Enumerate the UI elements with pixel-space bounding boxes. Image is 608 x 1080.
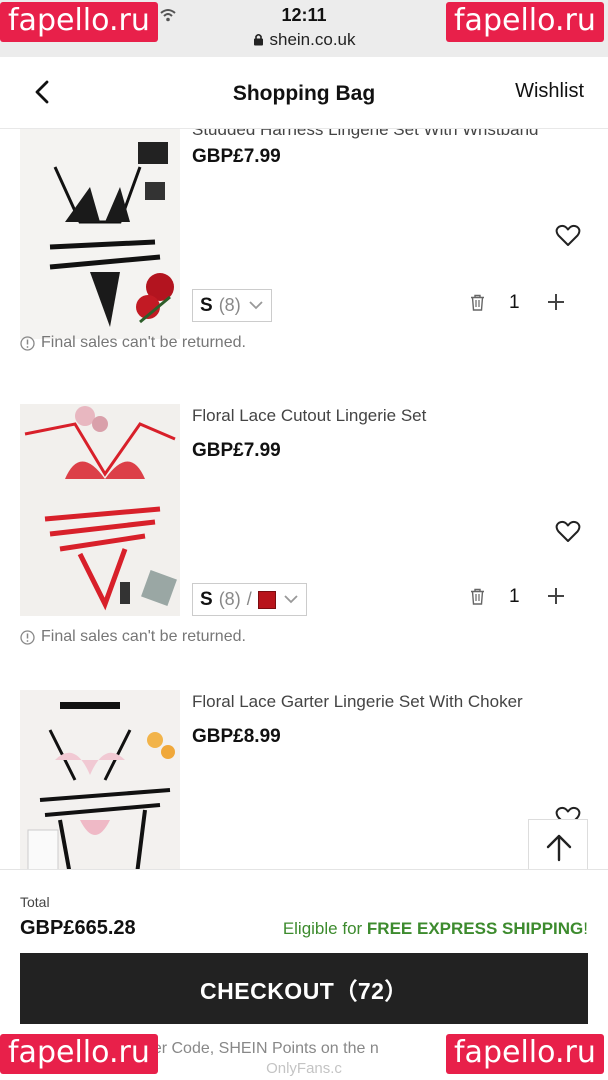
size-value: S bbox=[200, 588, 213, 610]
final-sale-notice: Final sales can't be returned. bbox=[20, 628, 246, 646]
lock-icon bbox=[253, 33, 263, 46]
size-value: S bbox=[200, 294, 213, 316]
total-value: GBP£665.28 bbox=[20, 917, 136, 939]
product-name[interactable]: Studded Harness Lingerie Set With Wristb… bbox=[192, 129, 538, 140]
product-image bbox=[20, 404, 180, 616]
trash-icon[interactable] bbox=[470, 294, 485, 311]
plus-icon[interactable] bbox=[547, 587, 565, 605]
watermark-badge: fapello.ru bbox=[0, 2, 158, 42]
size-selector[interactable]: S (8) / bbox=[192, 583, 307, 616]
size-separator: / bbox=[246, 589, 252, 609]
shipping-suffix: ! bbox=[583, 919, 588, 938]
chevron-down-icon bbox=[249, 301, 263, 310]
plus-icon[interactable] bbox=[547, 293, 565, 311]
product-name[interactable]: Floral Lace Cutout Lingerie Set bbox=[192, 406, 426, 426]
wishlist-link[interactable]: Wishlist bbox=[515, 80, 584, 103]
product-price: GBP£8.99 bbox=[192, 726, 281, 747]
shipping-prefix: Eligible for bbox=[282, 919, 367, 938]
info-icon bbox=[20, 335, 35, 351]
quantity-value: 1 bbox=[509, 292, 520, 313]
arrow-up-icon bbox=[546, 834, 572, 862]
product-name[interactable]: Floral Lace Garter Lingerie Set With Cho… bbox=[192, 692, 523, 712]
heart-icon[interactable] bbox=[555, 520, 581, 544]
size-stock-count: (8) bbox=[218, 589, 241, 609]
cart-item: Studded Harness Lingerie Set With Wristb… bbox=[0, 129, 608, 360]
color-swatch bbox=[257, 590, 276, 609]
address-url: shein.co.uk bbox=[269, 30, 356, 49]
product-thumbnail[interactable] bbox=[20, 129, 180, 339]
shipping-eligibility: Eligible for FREE EXPRESS SHIPPING! bbox=[283, 919, 588, 939]
product-price: GBP£7.99 bbox=[192, 146, 281, 167]
total-label: Total bbox=[20, 894, 50, 910]
trash-icon[interactable] bbox=[470, 588, 485, 605]
quantity-value: 1 bbox=[509, 586, 520, 607]
watermark-badge: fapello.ru bbox=[0, 1034, 158, 1074]
final-sale-text: Final sales can't be returned. bbox=[41, 628, 246, 645]
final-sale-text: Final sales can't be returned. bbox=[41, 334, 246, 351]
final-sale-notice: Final sales can't be returned. bbox=[20, 334, 246, 352]
product-image bbox=[20, 690, 180, 869]
info-icon bbox=[20, 629, 35, 645]
product-thumbnail[interactable] bbox=[20, 690, 180, 869]
product-image bbox=[20, 129, 180, 339]
cart-item: Floral Lace Cutout Lingerie Set GBP£7.99… bbox=[0, 404, 608, 646]
cart-item: Floral Lace Garter Lingerie Set With Cho… bbox=[0, 690, 608, 869]
size-selector[interactable]: S (8) bbox=[192, 289, 272, 322]
checkout-button[interactable]: CHECKOUT（72） bbox=[20, 953, 588, 1024]
shipping-highlight: FREE EXPRESS SHIPPING bbox=[366, 919, 584, 938]
product-price: GBP£7.99 bbox=[192, 440, 281, 461]
watermark-badge: fapello.ru bbox=[446, 1034, 604, 1074]
heart-icon[interactable] bbox=[555, 224, 581, 248]
watermark-badge: fapello.ru bbox=[446, 2, 604, 42]
size-stock-count: (8) bbox=[218, 295, 241, 315]
back-to-top-button[interactable] bbox=[528, 819, 588, 875]
chevron-down-icon bbox=[284, 595, 298, 604]
app-header: Shopping Bag Wishlist bbox=[0, 57, 608, 129]
product-thumbnail[interactable] bbox=[20, 404, 180, 616]
cart-item-list[interactable]: Studded Harness Lingerie Set With Wristb… bbox=[0, 129, 608, 869]
